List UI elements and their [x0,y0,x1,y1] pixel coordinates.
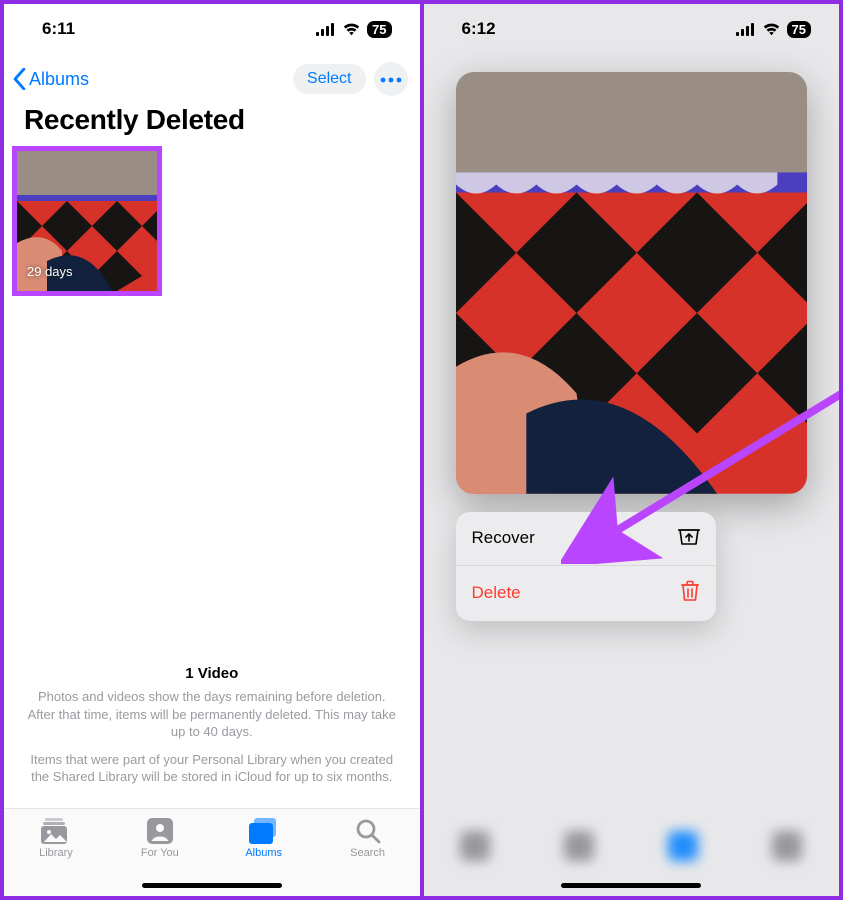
preview-image [456,72,808,494]
phone-screenshot-list: 6:11 75 Albums Select Recently Deleted [0,0,424,900]
menu-label: Delete [472,583,521,603]
trash-icon [680,580,700,607]
page-title: Recently Deleted [4,104,420,146]
nav-bar: Albums Select [4,54,420,104]
footer-text-1: Photos and videos show the days remainin… [26,688,398,741]
tab-label: For You [141,847,179,859]
footer-info: 1 Video Photos and videos show the days … [4,664,420,796]
photo-preview[interactable] [456,72,808,494]
back-label: Albums [29,69,89,90]
status-time: 6:11 [42,19,75,39]
tab-for-you[interactable]: For You [120,817,200,859]
photo-thumbnail[interactable]: 29 days [12,146,162,296]
cellular-signal-icon [316,23,336,36]
library-icon [41,817,71,845]
albums-icon [249,817,279,845]
status-right: 75 [736,21,811,38]
back-button[interactable]: Albums [12,68,89,90]
for-you-icon [147,817,173,845]
ellipsis-icon [380,70,402,88]
phone-screenshot-context-menu: 6:12 75 [424,0,843,900]
battery-icon: 75 [367,21,391,38]
home-indicator[interactable] [561,883,701,888]
wifi-icon [342,22,361,36]
menu-recover[interactable]: Recover [456,512,716,565]
menu-delete[interactable]: Delete [456,565,716,621]
tab-label: Search [350,847,385,859]
search-icon [355,817,381,845]
status-right: 75 [316,21,391,38]
days-remaining-label: 29 days [27,264,73,279]
photo-grid: 29 days [4,146,420,296]
battery-icon: 75 [787,21,811,38]
footer-text-2: Items that were part of your Personal Li… [26,751,398,786]
status-bar: 6:11 75 [4,4,420,54]
menu-label: Recover [472,528,535,548]
tab-search[interactable]: Search [328,817,408,859]
wifi-icon [762,22,781,36]
tab-label: Albums [245,847,282,859]
context-menu: Recover Delete [456,512,716,621]
tab-library[interactable]: Library [16,817,96,859]
tab-bar: Library For You Albums Search [4,808,420,896]
recover-icon [678,526,700,551]
item-count: 1 Video [26,664,398,684]
more-button[interactable] [374,62,408,96]
home-indicator[interactable] [142,883,282,888]
cellular-signal-icon [736,23,756,36]
tab-label: Library [39,847,73,859]
status-time: 6:12 [462,19,496,39]
tab-albums[interactable]: Albums [224,817,304,859]
status-bar: 6:12 75 [424,4,840,54]
select-button[interactable]: Select [293,64,365,94]
